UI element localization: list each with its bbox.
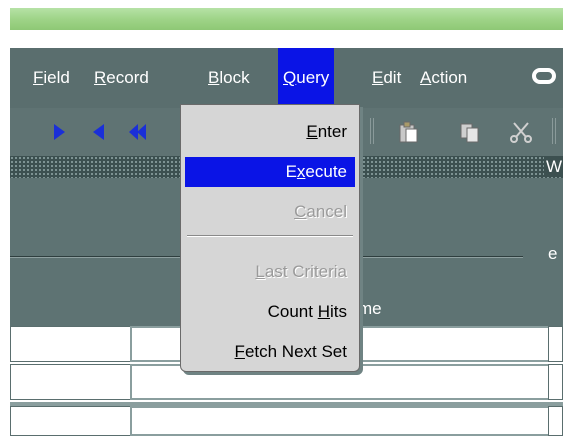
menu-item-enter[interactable]: Enter xyxy=(185,117,355,147)
query-dropdown-menu: Enter Execute Cancel Last Criteria Count… xyxy=(180,104,360,372)
status-strip-label: W xyxy=(544,157,563,177)
toolbar-separator xyxy=(370,118,374,144)
grid-cell[interactable] xyxy=(130,406,550,436)
grid-cell[interactable] xyxy=(548,406,563,436)
menu-item-fetch-next-set[interactable]: Fetch Next Set xyxy=(185,337,355,367)
window-title-bar xyxy=(10,8,563,30)
grid-cell[interactable] xyxy=(548,364,563,400)
cut-icon[interactable] xyxy=(508,120,534,144)
column-header-name: me xyxy=(358,299,382,318)
grid-cell[interactable] xyxy=(10,364,132,400)
paste-icon[interactable] xyxy=(396,120,420,144)
menu-edit[interactable]: Edit xyxy=(369,48,404,108)
menu-field[interactable]: Field xyxy=(30,48,73,108)
menu-item-cancel[interactable]: Cancel xyxy=(185,197,355,227)
frame-title: e xyxy=(548,244,558,263)
toolbar-separator xyxy=(552,118,556,144)
menu-item-count-hits[interactable]: Count Hits xyxy=(185,297,355,327)
menu-item-execute[interactable]: Execute xyxy=(185,157,355,187)
grid-cell[interactable] xyxy=(10,406,132,436)
previous-block-icon[interactable] xyxy=(126,120,148,144)
grid-cell[interactable] xyxy=(548,326,563,362)
menu-separator xyxy=(187,235,353,237)
frame-border-line xyxy=(10,256,180,258)
menu-item-last-criteria[interactable]: Last Criteria xyxy=(185,257,355,287)
menu-record[interactable]: Record xyxy=(91,48,152,108)
menu-action[interactable]: Action xyxy=(417,48,470,108)
next-record-icon[interactable] xyxy=(48,120,70,144)
frame-border-line xyxy=(358,256,523,258)
menu-block[interactable]: Block xyxy=(205,48,253,108)
grid-cell[interactable] xyxy=(10,326,132,362)
window-control-icon[interactable] xyxy=(532,68,556,84)
copy-icon[interactable] xyxy=(458,120,482,144)
menu-query[interactable]: Query xyxy=(278,48,335,108)
previous-record-icon[interactable] xyxy=(88,120,110,144)
